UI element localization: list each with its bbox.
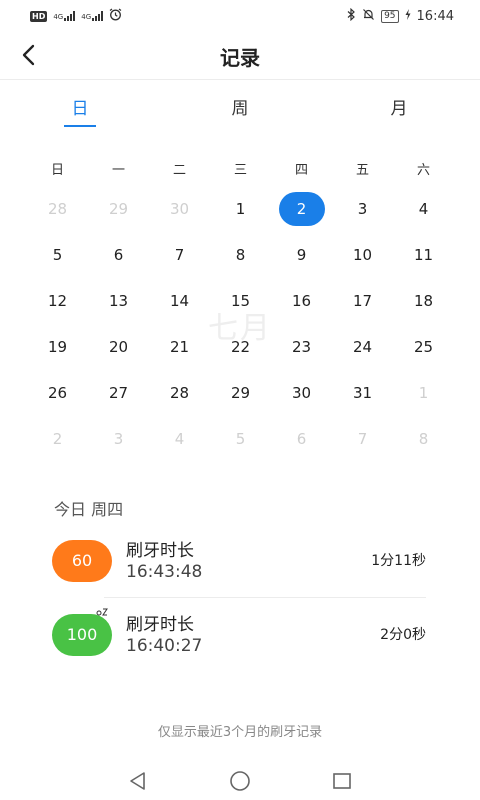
calendar-day[interactable]: 10 xyxy=(340,238,386,272)
calendar-week: 28 29 30 1 2 3 4 xyxy=(27,186,453,232)
calendar-day[interactable]: 15 xyxy=(218,284,264,318)
signal-icon: 4G xyxy=(53,11,76,21)
calendar-day[interactable]: 11 xyxy=(401,238,447,272)
calendar-day-selected[interactable]: 2 xyxy=(278,192,325,226)
hd-badge: HD xyxy=(30,10,48,22)
calendar-day[interactable]: 23 xyxy=(279,330,325,364)
calendar-day[interactable]: 3 xyxy=(96,422,142,456)
calendar-day[interactable]: 28 xyxy=(35,192,81,226)
calendar-day[interactable]: 6 xyxy=(96,238,142,272)
calendar-day[interactable]: 19 xyxy=(35,330,81,364)
app-header: 记录 xyxy=(0,32,480,80)
nav-home-button[interactable] xyxy=(225,766,255,796)
weekday-thu: 四 xyxy=(294,162,308,178)
calendar-day[interactable]: 27 xyxy=(96,376,142,410)
calendar-day[interactable]: 1 xyxy=(401,376,447,410)
calendar-day[interactable]: 31 xyxy=(340,376,386,410)
network-type: 4G xyxy=(53,13,64,21)
network-type-2: 4G xyxy=(81,13,92,21)
footer-note: 仅显示最近3个月的刷牙记录 xyxy=(157,725,323,740)
calendar-day[interactable]: 4 xyxy=(157,422,203,456)
calendar-day[interactable]: 28 xyxy=(157,376,203,410)
active-tab-indicator xyxy=(64,125,96,127)
record-duration: 2分0秒 xyxy=(380,627,426,643)
calendar-week: 12 13 14 15 16 17 18 xyxy=(27,278,453,324)
calendar-day[interactable]: 25 xyxy=(401,330,447,364)
calendar-day[interactable]: 22 xyxy=(218,330,264,364)
battery-icon: 95 xyxy=(381,9,399,23)
triangle-back-icon xyxy=(130,772,145,790)
calendar-day[interactable]: 1 xyxy=(218,192,264,226)
calendar-grid: 28 29 30 1 2 3 4 5 6 7 8 9 10 11 12 13 14 15 16 17 18 19 20 21 2… xyxy=(27,186,453,462)
calendar-week: 2345678 xyxy=(27,416,453,462)
clock: 16:44 xyxy=(416,8,454,24)
calendar-day[interactable]: 30 xyxy=(157,192,203,226)
circle-home-icon xyxy=(230,771,250,791)
record-label: 刷牙时长 xyxy=(126,615,194,635)
weekday-header: 日 一 二 三 四 五 六 xyxy=(27,150,453,186)
calendar-day[interactable]: 8 xyxy=(218,238,264,272)
calendar-day[interactable]: 21 xyxy=(157,330,203,364)
calendar-day[interactable]: 2 xyxy=(35,422,81,456)
weekday-tue: 二 xyxy=(172,162,186,178)
weekday-mon: 一 xyxy=(111,162,125,178)
calendar-day[interactable]: 20 xyxy=(96,330,142,364)
sparkle-icon xyxy=(96,607,110,622)
calendar-day[interactable]: 5 xyxy=(218,422,264,456)
alarm-icon xyxy=(109,8,122,24)
status-bar: HD 4G 4G 95 16:44 xyxy=(0,0,480,32)
page-title: 记录 xyxy=(220,46,260,70)
calendar-week: 26 27 28 29 30 31 1 xyxy=(27,370,453,416)
calendar-day[interactable]: 18 xyxy=(401,284,447,318)
weekday-fri: 五 xyxy=(355,162,369,178)
tab-day[interactable]: 日 xyxy=(50,94,110,119)
bluetooth-icon xyxy=(347,7,356,24)
status-left: HD 4G 4G xyxy=(30,8,122,24)
nav-recent-button[interactable] xyxy=(327,766,357,796)
nav-back-button[interactable] xyxy=(123,766,153,796)
tab-week[interactable]: 周 xyxy=(210,94,270,119)
calendar-day[interactable]: 14 xyxy=(157,284,203,318)
calendar-day[interactable]: 17 xyxy=(340,284,386,318)
square-recent-icon xyxy=(333,773,351,789)
calendar: 日 一 二 三 四 五 六 28 29 30 1 2 3 4 5 6 7 8 9 10 11 12 13 14 1… xyxy=(27,150,453,462)
record-item[interactable]: 60 刷牙时长 16:43:48 1分11秒 xyxy=(52,536,426,598)
calendar-day[interactable]: 8 xyxy=(401,422,447,456)
calendar-day[interactable]: 29 xyxy=(96,192,142,226)
calendar-day[interactable]: 7 xyxy=(340,422,386,456)
tab-month[interactable]: 月 xyxy=(369,94,429,119)
record-duration: 1分11秒 xyxy=(371,553,426,569)
calendar-week: 5 6 7 8 9 10 11 xyxy=(27,232,453,278)
record-time: 16:40:27 xyxy=(126,636,203,656)
system-nav-bar xyxy=(0,760,480,800)
record-item[interactable]: 100 刷牙时长 16:40:27 2分0秒 xyxy=(52,607,426,672)
calendar-day[interactable]: 30 xyxy=(279,376,325,410)
charging-icon xyxy=(405,9,411,23)
status-right: 95 16:44 xyxy=(347,7,454,24)
calendar-day[interactable]: 7 xyxy=(157,238,203,272)
calendar-day[interactable]: 3 xyxy=(340,192,386,226)
record-time: 16:43:48 xyxy=(126,562,203,582)
calendar-day[interactable]: 9 xyxy=(279,238,325,272)
calendar-day[interactable]: 24 xyxy=(340,330,386,364)
calendar-day[interactable]: 13 xyxy=(96,284,142,318)
calendar-day[interactable]: 26 xyxy=(35,376,81,410)
score-badge: 60 xyxy=(52,540,112,582)
calendar-day[interactable]: 12 xyxy=(35,284,81,318)
calendar-day[interactable]: 6 xyxy=(279,422,325,456)
record-divider xyxy=(104,597,426,598)
weekday-sun: 日 xyxy=(50,162,64,178)
calendar-day[interactable]: 4 xyxy=(401,192,447,226)
mute-bell-icon xyxy=(362,8,375,24)
weekday-sat: 六 xyxy=(416,162,430,178)
record-label: 刷牙时长 xyxy=(126,541,194,561)
calendar-day[interactable]: 5 xyxy=(35,238,81,272)
weekday-wed: 三 xyxy=(233,162,247,178)
calendar-week: 19 20 21 22 23 24 25 xyxy=(27,324,453,370)
section-title: 今日 周四 xyxy=(54,500,124,519)
calendar-day[interactable]: 29 xyxy=(218,376,264,410)
calendar-day[interactable]: 16 xyxy=(279,284,325,318)
signal-icon-2: 4G xyxy=(81,11,104,21)
